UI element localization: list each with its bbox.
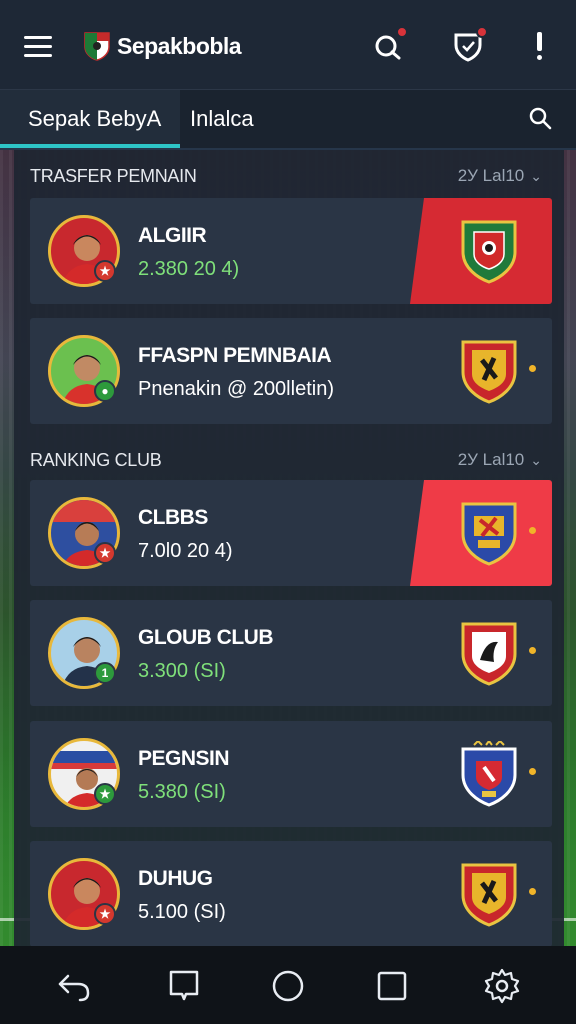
- chevron-down-icon: ⌄: [530, 452, 542, 468]
- back-icon[interactable]: [56, 968, 92, 1004]
- player-badge-icon: ★: [94, 903, 116, 925]
- exclamation-icon[interactable]: [534, 32, 544, 62]
- club-crest-icon: [461, 502, 517, 566]
- list-item[interactable]: ★ DUHUG 5.100 (SI): [30, 841, 552, 947]
- ranking-sort-label: 2У Lal10: [457, 450, 525, 469]
- transfer-sort-label: 2У Lal10: [457, 166, 525, 185]
- list-item[interactable]: ★ ALGIIR 2.380 20 4): [30, 198, 552, 304]
- list-item[interactable]: ● FFASPN PEMNBAIA Pnenakin @ 200lletin): [30, 318, 552, 424]
- player-badge-icon: ★: [94, 783, 116, 805]
- overview-icon[interactable]: [374, 968, 410, 1004]
- card-value-text: 2.380 20 4): [138, 258, 240, 280]
- notification-badge: [396, 26, 408, 38]
- club-crest-icon: [461, 220, 517, 284]
- tab-sepak-bebya[interactable]: Sepak BebyA: [0, 90, 180, 148]
- transfer-section-heading: TRASFER PEMNAIN: [30, 166, 197, 186]
- card-name: PEGNSIN: [138, 747, 230, 770]
- card-value: 2.380 20 4): [138, 258, 239, 281]
- card-value-text: 5.380 (SI): [138, 781, 226, 803]
- card-value: 5.380 (SI): [138, 781, 226, 804]
- app-title: Sepakbobla: [117, 33, 242, 59]
- club-crest-icon: [461, 622, 517, 686]
- system-nav-bar: [0, 946, 576, 1024]
- player-badge-icon: 1: [94, 662, 116, 684]
- list-item[interactable]: ★ CLBBS 7.0l0 20 4): [30, 480, 552, 586]
- club-crest-icon: [461, 863, 517, 927]
- search-icon[interactable]: [528, 106, 552, 130]
- card-value: 3.300 (SI): [138, 660, 226, 683]
- card-value-text: 3.300 (SI): [138, 660, 226, 682]
- list-item[interactable]: ★ PEGNSIN 5.380 (SI): [30, 721, 552, 827]
- player-badge-icon: ★: [94, 260, 116, 282]
- status-dot: [529, 768, 536, 775]
- card-value-text: 7.0l0 20 4): [138, 540, 233, 562]
- club-crest-icon: [461, 340, 517, 404]
- card-name: GLOUB CLUB: [138, 626, 274, 649]
- settings-icon[interactable]: [484, 968, 520, 1004]
- notification-icon[interactable]: [372, 26, 408, 62]
- hamburger-icon[interactable]: [24, 36, 52, 58]
- card-name: CLBBS: [138, 506, 208, 529]
- status-dot: [529, 365, 536, 372]
- club-crest-icon: [461, 741, 517, 807]
- card-value: Pnenakin @ 200lletin): [138, 378, 334, 400]
- ranking-sort-dropdown[interactable]: 2У Lal10 ⌄: [458, 450, 542, 470]
- card-name: DUHUG: [138, 867, 213, 890]
- status-dot: [529, 888, 536, 895]
- status-dot: [529, 527, 536, 534]
- card-value: 7.0l0 20 4): [138, 540, 233, 563]
- card-value: 5.100 (SI): [138, 901, 226, 923]
- tab-inlalca[interactable]: Inlalca: [190, 90, 254, 148]
- transfer-sort-dropdown[interactable]: 2У Lal10 ⌄: [458, 166, 542, 186]
- ranking-section-heading: RANKING CLUB: [30, 450, 162, 470]
- content-panel: TRASFER PEMNAIN 2У Lal10 ⌄ ★ ALGIIR 2.380…: [14, 150, 564, 950]
- shield-icon[interactable]: [452, 26, 488, 62]
- player-badge-icon: ★: [94, 542, 116, 564]
- player-badge-icon: ●: [94, 380, 116, 402]
- app-bar: Sepakbobla: [0, 0, 576, 90]
- card-name: FFASPN PEMNBAIA: [138, 344, 332, 367]
- recents-icon[interactable]: [166, 968, 202, 1004]
- list-item[interactable]: 1 GLOUB CLUB 3.300 (SI): [30, 600, 552, 706]
- club-logo-icon: [84, 32, 110, 61]
- tab-bar: Sepak BebyA Inlalca: [0, 90, 576, 148]
- status-dot: [529, 647, 536, 654]
- card-name: ALGIIR: [138, 224, 207, 247]
- chevron-down-icon: ⌄: [530, 168, 542, 184]
- shield-badge: [476, 26, 488, 38]
- home-icon[interactable]: [270, 968, 306, 1004]
